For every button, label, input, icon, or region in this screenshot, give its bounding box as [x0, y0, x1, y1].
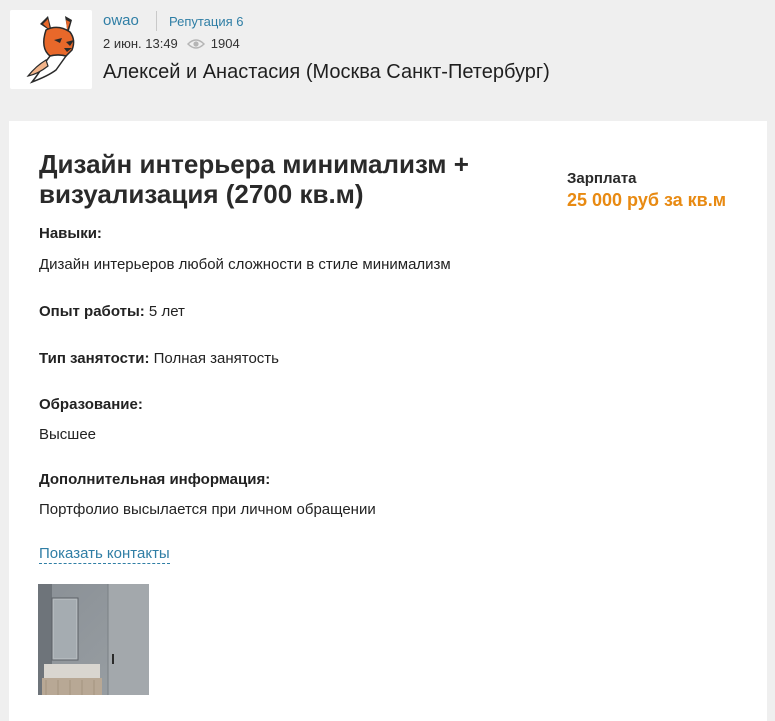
avatar[interactable] [10, 10, 92, 89]
header-divider [156, 11, 157, 31]
extra-info-value: Портфолио высылается при личном обращени… [39, 501, 376, 518]
employment-value: Полная занятость [149, 350, 279, 367]
portfolio-thumbnail[interactable] [38, 584, 149, 695]
show-contacts-link[interactable]: Показать контакты [39, 545, 170, 564]
post-meta: 2 июн. 13:49 1904 [103, 36, 240, 52]
extra-info-label: Дополнительная информация: [39, 471, 271, 488]
reputation-link[interactable]: Репутация 6 [169, 14, 244, 30]
employment-row: Тип занятости: Полная занятость [39, 350, 279, 368]
skills-value: Дизайн интерьеров любой сложности в стил… [39, 256, 451, 273]
skills-label: Навыки: [39, 225, 102, 242]
employment-label: Тип занятости: [39, 350, 150, 367]
experience-value: 5 лет [144, 303, 185, 320]
post-header: owao Репутация 6 2 июн. 13:49 1904 Алекс… [0, 0, 775, 118]
view-count: 1904 [210, 36, 240, 51]
experience-row: Опыт работы: 5 лет [39, 303, 185, 321]
experience-label: Опыт работы: [39, 303, 145, 320]
author-name: Алексей и Анастасия (Москва Санкт-Петерб… [103, 61, 550, 83]
eye-icon [186, 39, 205, 49]
salary-value: 25 000 руб за кв.м [567, 190, 727, 210]
education-label: Образование: [39, 396, 143, 413]
education-value: Высшее [39, 426, 97, 443]
resume-card: Дизайн интерьера минимализм + визуализац… [9, 121, 767, 721]
post-date: 2 июн. 13:49 [103, 36, 178, 51]
username-link[interactable]: owao [103, 12, 139, 30]
interior-photo-image [38, 584, 149, 695]
salary-label: Зарплата [567, 170, 637, 187]
fox-logo-icon [26, 16, 75, 84]
resume-title: Дизайн интерьера минимализм + визуализац… [39, 149, 469, 209]
